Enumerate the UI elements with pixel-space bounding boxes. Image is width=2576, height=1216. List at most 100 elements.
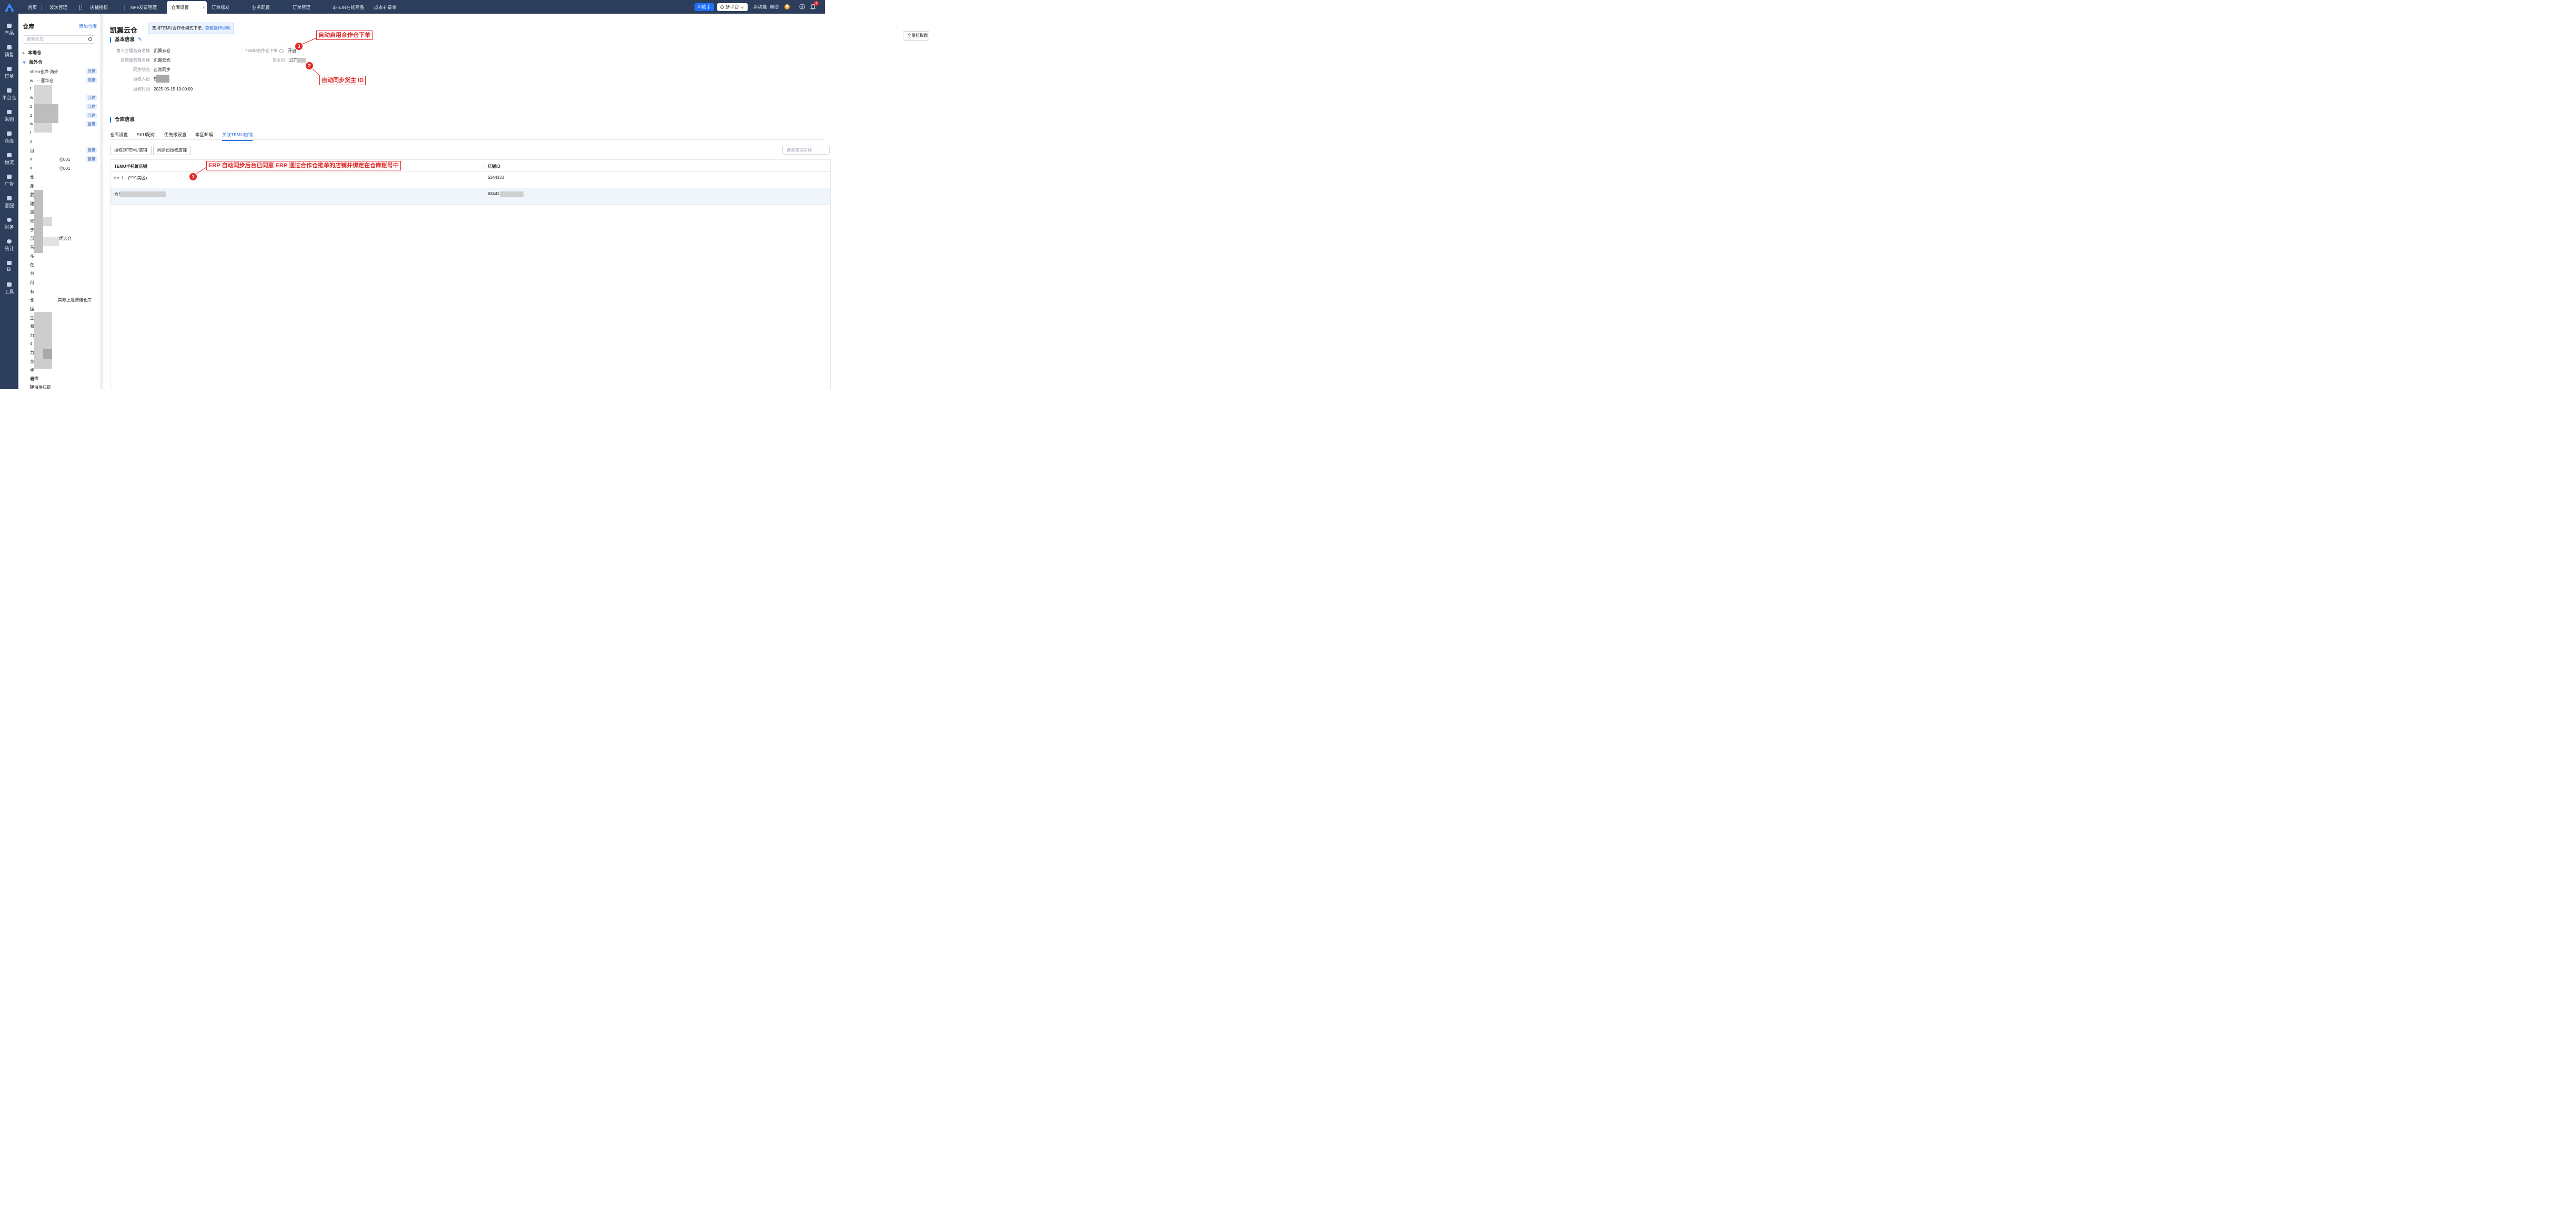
warehouse-list-item[interactable]: x 仓001 xyxy=(30,166,70,171)
warehouse-list-item[interactable]: t xyxy=(30,130,31,135)
warehouse-list-item[interactable]: 身 xyxy=(30,183,34,189)
tab-wave-management[interactable]: 波次管理 xyxy=(45,1,80,14)
nav-bi[interactable]: BI xyxy=(0,261,18,272)
warehouse-list-item[interactable]: t xyxy=(30,86,31,91)
tab-store-auth[interactable]: 店铺授权 xyxy=(86,1,125,14)
nav-customer-service[interactable]: 客服 xyxy=(0,196,18,209)
nav-sales[interactable]: 销售 xyxy=(0,45,18,58)
truck-icon xyxy=(7,153,12,157)
warehouse-list-item[interactable]: 力 xyxy=(30,332,34,338)
warehouse-name-suffix: 实际上是赛诺仓库 xyxy=(58,298,92,303)
warehouse-list-item[interactable]: 何 xyxy=(30,280,34,286)
warehouse-list-item[interactable]: 仓 xyxy=(30,174,34,180)
warehouse-list-item[interactable]: z xyxy=(30,139,32,144)
warehouse-list-item[interactable]: 我 xyxy=(30,192,34,198)
tab-priority[interactable]: 优先级设置 xyxy=(164,131,187,138)
tab-cost-entry[interactable]: 成本补录单 xyxy=(370,1,401,14)
nav-finance[interactable]: 财务 xyxy=(0,218,18,230)
help-link[interactable]: 帮助 xyxy=(767,3,782,11)
warehouse-name-suffix: 仓001 xyxy=(59,157,71,162)
add-warehouse-link[interactable]: 添加仓库 xyxy=(79,23,97,29)
warehouse-search-input[interactable]: 搜索仓库 xyxy=(23,35,95,44)
warehouse-list-item[interactable]: 生 xyxy=(30,315,34,321)
authorize-temu-store-button[interactable]: 授权到TEMU店铺 xyxy=(110,146,152,155)
nav-statistics[interactable]: 统计 xyxy=(0,239,18,252)
warehouse-list-item[interactable]: 书 xyxy=(30,271,34,277)
warehouse-list-item[interactable]: 是 xyxy=(30,209,34,215)
warehouse-list-item[interactable]: 仓实际上是赛诺仓库 xyxy=(30,297,92,303)
tree-group-local[interactable]: 本地仓 xyxy=(23,49,42,56)
tab-order-management[interactable]: 订单管理 xyxy=(288,1,335,14)
main-content: 凯翼云仓 支持TEMU合作仓模式下单, 查看操作说明 基本信息 ✎ 第三方服务商名称… xyxy=(103,14,929,389)
download-icon[interactable] xyxy=(799,4,805,9)
nav-tools[interactable]: 工具 xyxy=(0,282,18,295)
support-headset-icon[interactable] xyxy=(784,4,790,10)
warehouse-list-item[interactable]: 环海供应链 xyxy=(30,384,51,390)
warehouse-list-item[interactable]: w xyxy=(30,121,33,126)
mail-icon xyxy=(7,196,12,200)
tree-group-overseas[interactable]: 海外仓 xyxy=(23,59,43,65)
warehouse-list-item[interactable]: 启德 xyxy=(30,376,38,381)
platform-select[interactable]: 多平台 ⌄ xyxy=(717,3,748,11)
warehouse-list-item[interactable]: 有 xyxy=(30,289,34,295)
field-owner-id: 货主ID 1277 xyxy=(273,58,298,63)
tab-warehouse-config[interactable]: 仓库设置 xyxy=(110,131,128,138)
annotation-marker-3: 3 xyxy=(295,43,303,50)
warehouse-list-item[interactable]: 马 xyxy=(30,245,34,250)
warehouse-list-item[interactable]: 易 xyxy=(30,323,34,329)
warehouse-list-item[interactable]: 身 xyxy=(30,359,34,364)
warehouse-list-item[interactable]: 力 xyxy=(30,350,34,356)
ai-assistant-button[interactable]: AI助手 xyxy=(695,3,715,11)
warehouse-list-item[interactable]: w xyxy=(30,95,33,100)
nav-orders[interactable]: 订单 xyxy=(0,67,18,79)
nav-platform-warehouse[interactable]: 平台仓 xyxy=(0,88,18,101)
warehouse-list-item[interactable]: x 仓001 xyxy=(30,157,70,162)
warehouse-list-item[interactable]: 手 xyxy=(30,368,34,373)
warehouse-list-item[interactable]: 在 xyxy=(30,262,34,268)
tab-order-marking[interactable]: 订单标发 xyxy=(207,1,254,14)
redacted-store-name xyxy=(120,191,166,197)
nav-warehouse[interactable]: 仓库 xyxy=(0,131,18,144)
warehouse-list-item[interactable]: z xyxy=(30,113,32,118)
tab-sku-pairing[interactable]: SKU配对 xyxy=(137,131,155,138)
wrench-icon xyxy=(7,282,12,287)
tab-shein-online-products[interactable]: SHEIN在线商品 xyxy=(328,1,374,14)
platform-warehouse-icon xyxy=(7,88,12,93)
pin-icon[interactable] xyxy=(79,5,82,9)
nav-logistics[interactable]: 物流 xyxy=(0,153,18,166)
chevron-down-icon: ⌄ xyxy=(740,4,744,9)
warehouse-list-item[interactable]: 建 xyxy=(30,201,34,207)
annotation-marker-2: 2 xyxy=(306,62,313,69)
nav-ads[interactable]: 广告 xyxy=(0,175,18,187)
tab-warehouse-settings[interactable]: 仓库设置 × xyxy=(167,1,207,14)
warehouse-list-item[interactable]: 运 xyxy=(30,306,34,312)
sync-authorized-stores-button[interactable]: 同步已授权店铺 xyxy=(153,146,191,155)
table-row[interactable]: tre· l··· ('^'^'-美区) 6344183 xyxy=(110,172,830,188)
table-row[interactable]: 合作 63441 xyxy=(110,188,830,205)
warehouse-list-item[interactable]: shein仓库-海外 xyxy=(30,69,58,75)
warehouse-list-item[interactable]: 于 xyxy=(30,227,34,233)
self-built-badge: 自建 xyxy=(86,95,97,101)
warehouse-list-item[interactable]: 4 xyxy=(30,341,32,346)
warehouse-list-item[interactable]: 自 xyxy=(30,148,34,154)
warehouse-list-item[interactable]: 光 xyxy=(30,218,34,224)
close-tab-icon[interactable]: × xyxy=(203,5,205,10)
warehouse-list-item[interactable]: 部优选仓 xyxy=(30,236,72,241)
field-temu-coop-order: TEMU合作仓下单 开启 xyxy=(245,48,296,53)
tab-business-config[interactable]: 业务配置 xyxy=(248,1,295,14)
view-instructions-link[interactable]: 查看操作说明 xyxy=(205,26,230,31)
field-sync-status: 同步状态 正常同步 xyxy=(133,67,170,72)
edit-pencil-icon[interactable]: ✎ xyxy=(138,37,142,43)
store-search-input[interactable]: 搜索店铺名称 xyxy=(782,146,830,155)
tab-postcode[interactable]: 本区邮编 xyxy=(195,131,213,138)
warehouse-list-item[interactable]: w · · ·亚华仓 xyxy=(30,78,53,84)
warehouse-list-item[interactable]: 多 xyxy=(30,254,34,259)
app-logo-icon[interactable] xyxy=(4,3,15,12)
field-auth-person: 授权人员 E xyxy=(133,77,157,82)
tab-home[interactable]: 首页 xyxy=(24,1,42,14)
full-pull-refresh-button[interactable]: 全量拉取刷 xyxy=(903,31,929,40)
tab-nfe-invoice[interactable]: NFe发票管理 xyxy=(126,1,161,14)
warehouse-list-item[interactable]: z xyxy=(30,104,32,109)
nav-products[interactable]: 产品 xyxy=(0,24,18,36)
nav-purchase[interactable]: 采购 xyxy=(0,110,18,123)
